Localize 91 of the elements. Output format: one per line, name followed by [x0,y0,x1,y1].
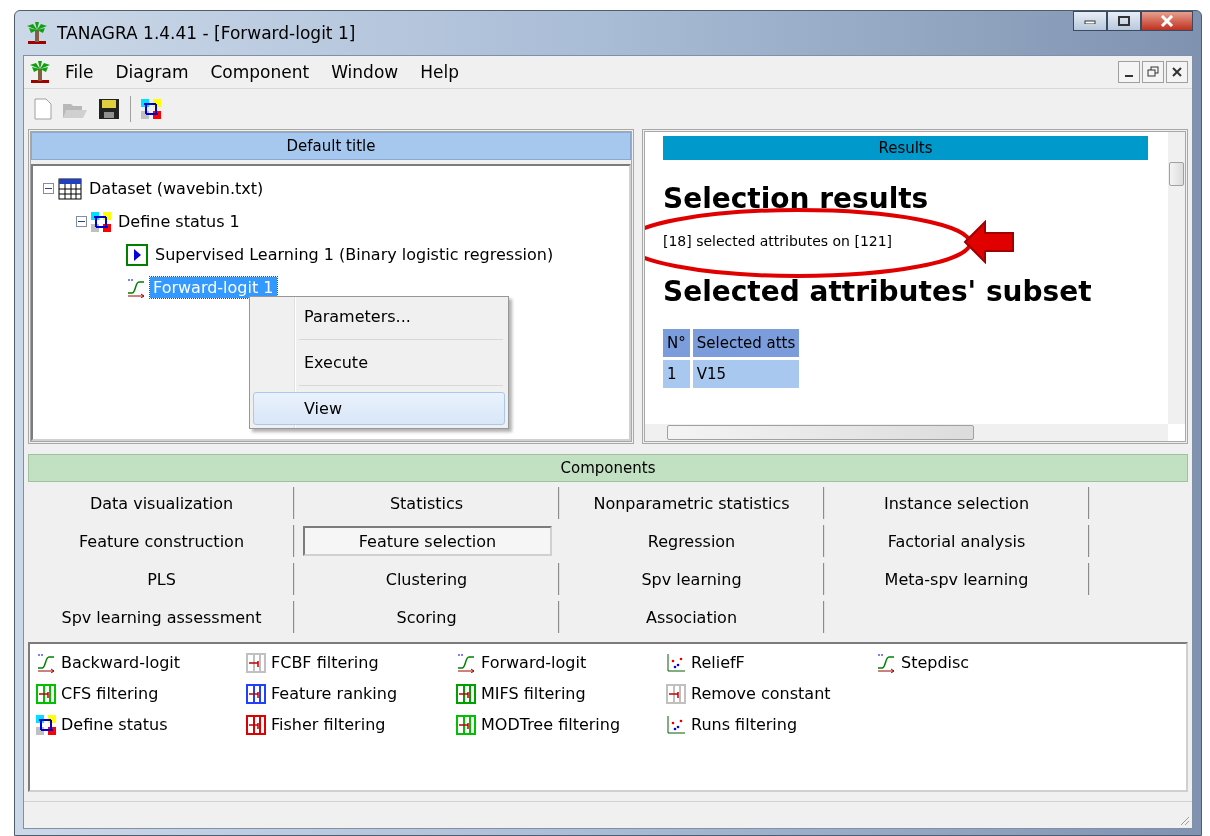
summary-text: [18] selected attributes on [121] [663,233,894,249]
scatter-icon [666,714,686,735]
category-tab[interactable]: Instance selection [825,487,1090,519]
category-tab[interactable]: Statistics [295,487,560,519]
minus-icon [78,218,85,225]
minimize-icon [1084,18,1096,24]
palette-entry[interactable]: Backward-logit [36,647,246,678]
filter-icon [666,683,686,704]
palette-entry[interactable]: Forward-logit [456,647,666,678]
save-icon[interactable] [98,98,120,120]
arrow-icon [963,220,1015,264]
category-tab[interactable]: Factorial analysis [825,525,1090,557]
arrows-icon [91,211,111,232]
filter-icon [456,714,476,735]
play-icon [126,243,148,266]
category-tab[interactable]: Meta-spv learning [825,563,1090,595]
tree-node[interactable]: Supervised Learning 1 (Binary logistic regression) [152,244,557,265]
palette-entry[interactable]: Runs filtering [666,709,876,740]
filter-icon [246,652,266,673]
panel-title: Components [28,454,1188,482]
minimize-button[interactable] [1118,61,1140,83]
palette-entry[interactable]: FCBF filtering [246,647,456,678]
filter-icon [246,683,266,704]
category-tab[interactable]: Feature selection [303,526,552,556]
category-tab[interactable]: Regression [560,525,825,557]
category-tab[interactable]: Nonparametric statistics [560,487,825,519]
category-tab[interactable]: Clustering [295,563,560,595]
category-tab[interactable]: Spv learning assessment [30,601,295,633]
table-cell: V15 [692,360,800,388]
column-header: Selected atts [692,329,800,357]
palette-entry[interactable]: Stepdisc [876,647,1086,678]
palette-entry[interactable]: Fisher filtering [246,709,456,740]
filter-icon [246,714,266,735]
context-menu-item[interactable]: Execute [253,346,505,379]
horizontal-scrollbar[interactable] [645,424,1168,441]
minimize-button[interactable] [1073,11,1107,31]
palette-entry[interactable]: CFS filtering [36,678,246,709]
minimize-icon [1125,75,1133,77]
palm-tree-icon [25,21,49,45]
tree-node[interactable]: Dataset (wavebin.txt) [86,178,267,199]
panel-title: Default title [31,132,631,160]
close-icon [1160,15,1174,27]
arrows-icon [141,99,161,119]
curve-icon [126,277,146,298]
category-tab[interactable]: Spv learning [560,563,825,595]
curve-icon [36,652,56,673]
menu-item[interactable]: Help [411,60,468,84]
palette-entry[interactable]: Remove constant [666,678,876,709]
curve-icon [876,652,896,673]
section-heading: Selection results [663,182,930,215]
palette-entry[interactable]: MODTree filtering [456,709,666,740]
scatter-icon [666,652,686,673]
menu-item[interactable]: Window [322,60,408,84]
filter-icon [36,683,56,704]
category-tab[interactable]: Association [560,601,825,633]
category-tab[interactable]: Feature construction [30,525,295,557]
close-icon [1172,67,1182,77]
maximize-icon [1118,16,1130,26]
results-header: Results [663,136,1148,160]
restore-icon [1147,66,1159,78]
collapse-toggle[interactable] [76,216,87,227]
menu-item[interactable]: Component [201,60,319,84]
category-tab[interactable]: PLS [30,563,295,595]
context-menu-item[interactable]: Parameters... [253,300,505,333]
palette-entry[interactable]: ReliefF [666,647,876,678]
palette-entry[interactable]: MIFS filtering [456,678,666,709]
arrows-icon [36,714,56,735]
tree-node[interactable]: Define status 1 [115,211,243,232]
minus-icon [45,185,52,192]
table-cell: 1 [663,360,690,388]
maximize-button[interactable] [1107,11,1141,31]
palette-entry[interactable]: Feature ranking [246,678,456,709]
vertical-scrollbar[interactable] [1168,132,1185,424]
window-title: TANAGRA 1.4.41 - [Forward-logit 1] [57,23,357,43]
column-header: N° [663,329,690,357]
curve-icon [456,652,476,673]
close-button[interactable] [1166,61,1188,83]
category-tab[interactable]: Scoring [295,601,560,633]
palette-entry[interactable]: Define status [36,709,246,740]
restore-button[interactable] [1142,61,1164,83]
category-tab[interactable]: Data visualization [30,487,295,519]
section-heading: Selected attributes' subset [663,275,1093,308]
close-button[interactable] [1141,11,1193,31]
palm-tree-icon [28,60,52,84]
resize-grip-icon[interactable] [1178,814,1190,826]
table-icon [58,177,82,200]
collapse-toggle[interactable] [43,183,54,194]
menu-item[interactable]: File [56,60,103,84]
context-menu-item[interactable]: View [253,392,505,425]
filter-icon [456,683,476,704]
menu-item[interactable]: Diagram [106,60,198,84]
